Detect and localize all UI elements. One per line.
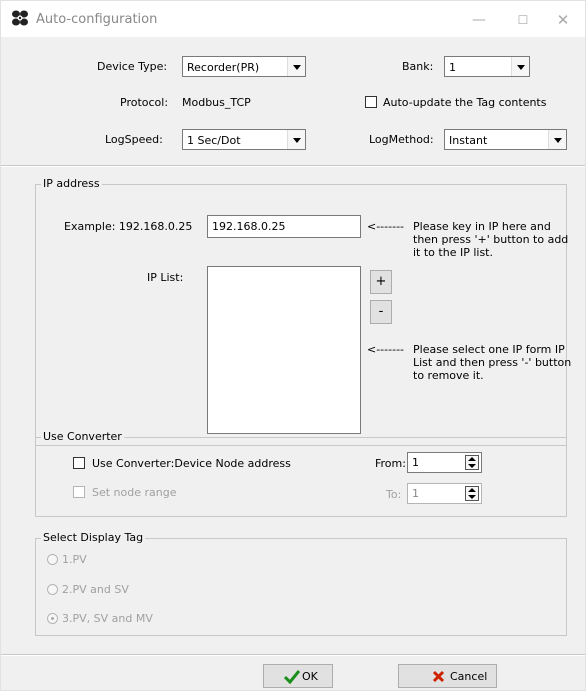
- auto-configuration-window: Auto-configuration — ☐ ✕ Device Type: Re…: [0, 0, 586, 691]
- separator: [1, 654, 585, 656]
- ip-input-value: 192.168.0.25: [212, 220, 286, 233]
- auto-update-checkbox[interactable]: [365, 96, 377, 108]
- ok-label: OK: [302, 670, 318, 683]
- separator: [1, 165, 585, 167]
- close-button[interactable]: ✕: [548, 9, 578, 31]
- cancel-label: Cancel: [450, 670, 488, 683]
- radio-option-pv-sv[interactable]: [47, 584, 58, 595]
- use-converter-label: Use Converter:Device Node address: [92, 457, 291, 470]
- radio-option-pv-label: 1.PV: [62, 553, 87, 566]
- use-converter-checkbox[interactable]: [73, 457, 85, 469]
- to-node-spinner[interactable]: 1: [407, 483, 482, 504]
- checkmark-icon: [284, 670, 300, 684]
- device-type-dropdown[interactable]: Recorder(PR): [182, 56, 306, 77]
- minimize-button[interactable]: —: [464, 9, 494, 31]
- app-icon: [12, 10, 28, 26]
- remove-note-arrow: <-------: [367, 343, 405, 356]
- ip-address-group-title: IP address: [41, 177, 102, 190]
- radio-option-pv[interactable]: [47, 554, 58, 565]
- add-ip-button[interactable]: +: [370, 270, 392, 294]
- chevron-down-icon: [287, 130, 305, 149]
- remove-ip-button[interactable]: -: [370, 300, 392, 324]
- protocol-value: Modbus_TCP: [182, 96, 251, 109]
- cancel-x-icon: [432, 670, 445, 683]
- auto-update-label: Auto-update the Tag contents: [383, 96, 547, 109]
- from-node-value: 1: [412, 456, 419, 469]
- radio-option-pv-sv-mv[interactable]: [47, 613, 58, 624]
- chevron-down-icon: [287, 57, 305, 76]
- device-type-value: Recorder(PR): [187, 61, 260, 74]
- add-note-arrow: <-------: [367, 220, 405, 233]
- remove-ip-instructions: Please select one IP form IP List and th…: [413, 343, 572, 382]
- title-bar: Auto-configuration — ☐ ✕: [1, 1, 585, 37]
- use-converter-group: Use Converter: [35, 430, 567, 517]
- select-display-tag-group-title: Select Display Tag: [41, 531, 146, 544]
- logmethod-label: LogMethod:: [369, 133, 434, 146]
- to-label: To:: [386, 488, 402, 501]
- logspeed-label: LogSpeed:: [105, 133, 163, 146]
- ip-example-label: Example: 192.168.0.25: [64, 220, 193, 233]
- bank-dropdown[interactable]: 1: [444, 56, 530, 77]
- ip-list-label: IP List:: [147, 271, 184, 284]
- ip-list-box[interactable]: [207, 266, 361, 434]
- set-node-range-label: Set node range: [92, 486, 177, 499]
- from-label: From:: [375, 457, 406, 470]
- maximize-button[interactable]: ☐: [508, 9, 538, 31]
- set-node-range-checkbox[interactable]: [73, 486, 85, 498]
- ok-button[interactable]: OK: [263, 664, 333, 688]
- spinner-arrows-icon[interactable]: [465, 486, 479, 501]
- chevron-down-icon: [511, 57, 529, 76]
- cancel-button[interactable]: Cancel: [398, 664, 497, 688]
- radio-option-pv-sv-mv-label: 3.PV, SV and MV: [62, 612, 153, 625]
- device-type-label: Device Type:: [97, 60, 168, 73]
- radio-option-pv-sv-label: 2.PV and SV: [62, 583, 129, 596]
- spinner-arrows-icon[interactable]: [465, 455, 479, 470]
- bank-value: 1: [449, 61, 456, 74]
- protocol-label: Protocol:: [120, 96, 169, 109]
- logmethod-value: Instant: [449, 134, 488, 147]
- to-node-value: 1: [412, 487, 419, 500]
- ip-input[interactable]: 192.168.0.25: [207, 215, 361, 238]
- logspeed-dropdown[interactable]: 1 Sec/Dot: [182, 129, 306, 150]
- add-ip-instructions: Please key in IP here and then press '+'…: [413, 220, 569, 259]
- logmethod-dropdown[interactable]: Instant: [444, 129, 567, 150]
- use-converter-group-title: Use Converter: [41, 430, 124, 443]
- from-node-spinner[interactable]: 1: [407, 452, 482, 473]
- logspeed-value: 1 Sec/Dot: [187, 134, 241, 147]
- bank-label: Bank:: [402, 60, 434, 73]
- window-title: Auto-configuration: [36, 12, 158, 27]
- chevron-down-icon: [548, 130, 566, 149]
